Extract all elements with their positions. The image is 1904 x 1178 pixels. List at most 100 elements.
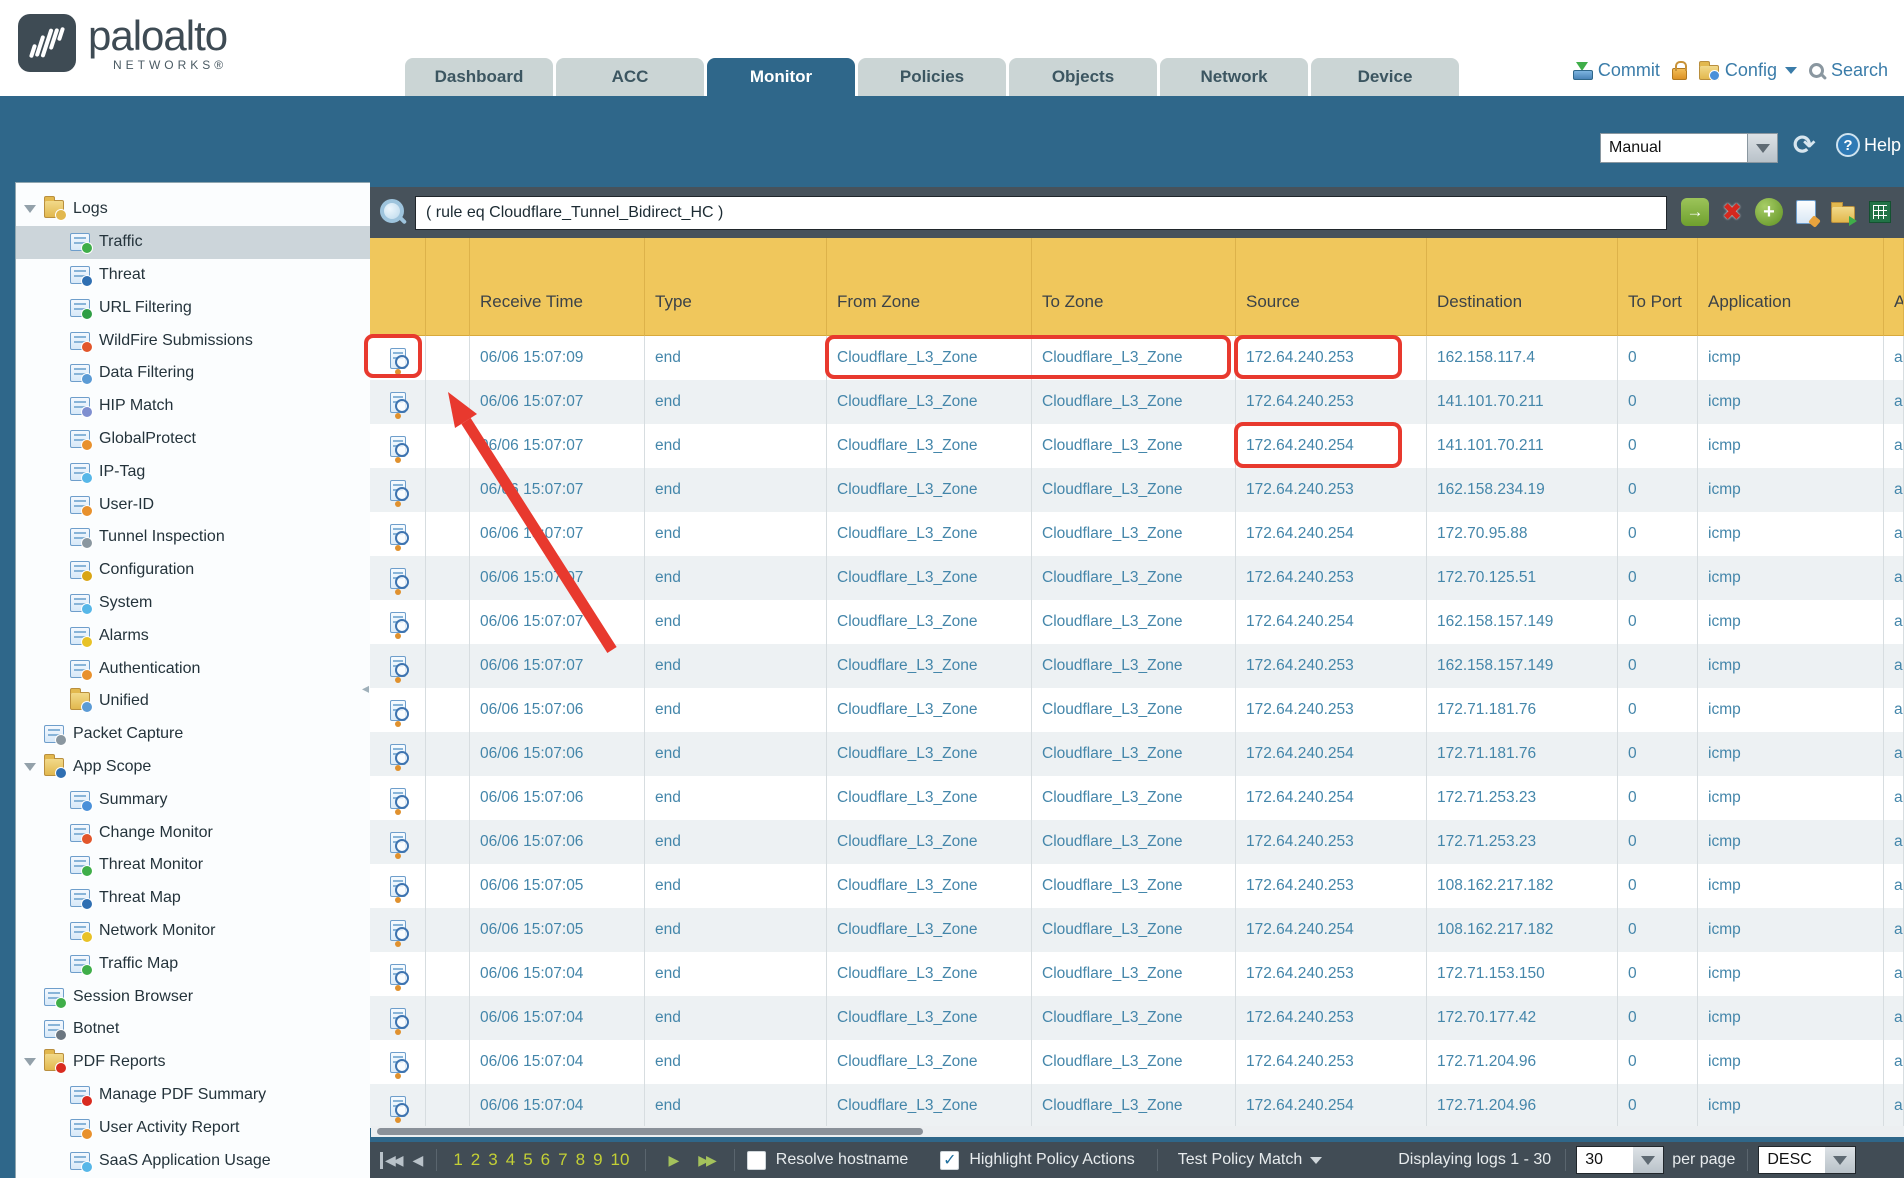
log-detail-icon[interactable] <box>390 568 406 589</box>
sidebar-item-threat-map[interactable]: Threat Map <box>16 882 370 915</box>
add-filter-button[interactable]: + <box>1755 198 1783 226</box>
refresh-mode-select[interactable]: Manual <box>1600 133 1778 163</box>
next-page-button[interactable]: ▶ <box>668 1152 676 1169</box>
sidebar-item-globalprotect[interactable]: GlobalProtect <box>16 423 370 456</box>
log-detail-icon[interactable] <box>390 920 406 941</box>
sidebar-item-change-monitor[interactable]: Change Monitor <box>16 816 370 849</box>
per-page-select[interactable]: 30 <box>1576 1146 1664 1174</box>
column-header-type[interactable]: Type <box>645 238 827 336</box>
tab-device[interactable]: Device <box>1311 58 1459 96</box>
column-header-source[interactable]: Source <box>1236 238 1427 336</box>
page-number-7[interactable]: 7 <box>558 1150 567 1170</box>
log-detail-icon[interactable] <box>390 480 406 501</box>
resolve-hostname-checkbox[interactable] <box>747 1151 766 1170</box>
table-row[interactable]: 06/06 15:07:07endCloudflare_L3_ZoneCloud… <box>370 424 1904 468</box>
config-menu-button[interactable]: Config <box>1699 60 1797 81</box>
filter-query-input[interactable]: ( rule eq Cloudflare_Tunnel_Bidirect_HC … <box>415 196 1667 230</box>
horizontal-scrollbar-thumb[interactable] <box>377 1128 923 1135</box>
table-row[interactable]: 06/06 15:07:04endCloudflare_L3_ZoneCloud… <box>370 1040 1904 1084</box>
column-header-to-port[interactable]: To Port <box>1618 238 1698 336</box>
table-row[interactable]: 06/06 15:07:04endCloudflare_L3_ZoneCloud… <box>370 996 1904 1040</box>
lock-icon[interactable] <box>1672 68 1687 80</box>
first-page-button[interactable]: ◀◀ <box>380 1152 401 1169</box>
help-button[interactable]: ? Help <box>1836 133 1901 157</box>
table-row[interactable]: 06/06 15:07:07endCloudflare_L3_ZoneCloud… <box>370 380 1904 424</box>
sidebar-item-botnet[interactable]: Botnet <box>16 1013 370 1046</box>
tab-network[interactable]: Network <box>1160 58 1308 96</box>
log-detail-icon[interactable] <box>390 348 406 369</box>
sort-order-select[interactable]: DESC <box>1758 1146 1856 1174</box>
table-row[interactable]: 06/06 15:07:07endCloudflare_L3_ZoneCloud… <box>370 556 1904 600</box>
column-header-destination[interactable]: Destination <box>1427 238 1618 336</box>
commit-button[interactable]: Commit <box>1572 60 1660 81</box>
sidebar-item-url-filtering[interactable]: URL Filtering <box>16 291 370 324</box>
log-detail-icon[interactable] <box>390 1008 406 1029</box>
sidebar-item-app-scope[interactable]: App Scope <box>16 751 370 784</box>
sidebar-item-summary[interactable]: Summary <box>16 783 370 816</box>
save-filter-button[interactable] <box>1792 198 1820 226</box>
prev-page-button[interactable]: ◀ <box>413 1152 421 1169</box>
tab-monitor[interactable]: Monitor <box>707 58 855 96</box>
column-header-receive-time[interactable]: Receive Time <box>470 238 645 336</box>
sidebar-collapse-handle[interactable]: ◂ <box>362 680 369 697</box>
table-row[interactable]: 06/06 15:07:06endCloudflare_L3_ZoneCloud… <box>370 820 1904 864</box>
column-header-a[interactable]: A <box>1884 238 1904 336</box>
page-number-10[interactable]: 10 <box>611 1150 630 1170</box>
sidebar-item-tunnel-inspection[interactable]: Tunnel Inspection <box>16 521 370 554</box>
refresh-mode-caret[interactable] <box>1747 134 1777 162</box>
search-button[interactable]: Search <box>1809 60 1888 81</box>
test-policy-match-button[interactable]: Test Policy Match <box>1178 1151 1302 1169</box>
sidebar-item-packet-capture[interactable]: Packet Capture <box>16 718 370 751</box>
per-page-caret[interactable] <box>1633 1147 1663 1173</box>
sidebar-item-data-filtering[interactable]: Data Filtering <box>16 357 370 390</box>
page-number-3[interactable]: 3 <box>488 1150 497 1170</box>
table-row[interactable]: 06/06 15:07:06endCloudflare_L3_ZoneCloud… <box>370 732 1904 776</box>
page-number-8[interactable]: 8 <box>576 1150 585 1170</box>
table-row[interactable]: 06/06 15:07:04endCloudflare_L3_ZoneCloud… <box>370 952 1904 996</box>
tab-acc[interactable]: ACC <box>556 58 704 96</box>
log-detail-icon[interactable] <box>390 1052 406 1073</box>
sidebar-item-user-id[interactable]: User-ID <box>16 488 370 521</box>
tab-policies[interactable]: Policies <box>858 58 1006 96</box>
table-row[interactable]: 06/06 15:07:07endCloudflare_L3_ZoneCloud… <box>370 600 1904 644</box>
sidebar-item-configuration[interactable]: Configuration <box>16 554 370 587</box>
log-detail-icon[interactable] <box>390 832 406 853</box>
table-row[interactable]: 06/06 15:07:06endCloudflare_L3_ZoneCloud… <box>370 776 1904 820</box>
page-number-4[interactable]: 4 <box>506 1150 515 1170</box>
log-detail-icon[interactable] <box>390 788 406 809</box>
pdf-reports-expander-icon[interactable] <box>24 1058 36 1066</box>
page-number-1[interactable]: 1 <box>453 1150 462 1170</box>
last-page-button[interactable]: ▶▶ <box>698 1152 714 1169</box>
sidebar-item-wildfire-submissions[interactable]: WildFire Submissions <box>16 324 370 357</box>
sidebar-item-user-activity-report[interactable]: User Activity Report <box>16 1111 370 1144</box>
tab-dashboard[interactable]: Dashboard <box>405 58 553 96</box>
column-header-to-zone[interactable]: To Zone <box>1032 238 1236 336</box>
log-detail-icon[interactable] <box>390 392 406 413</box>
apply-filter-button[interactable]: → <box>1681 198 1709 226</box>
log-detail-icon[interactable] <box>390 744 406 765</box>
sidebar-item-manage-pdf-summary[interactable]: Manage PDF Summary <box>16 1079 370 1112</box>
sidebar-item-threat-monitor[interactable]: Threat Monitor <box>16 849 370 882</box>
log-detail-icon[interactable] <box>390 964 406 985</box>
log-detail-icon[interactable] <box>390 436 406 457</box>
sidebar-item-traffic[interactable]: Traffic <box>16 226 370 259</box>
table-row[interactable]: 06/06 15:07:07endCloudflare_L3_ZoneCloud… <box>370 512 1904 556</box>
sidebar-item-session-browser[interactable]: Session Browser <box>16 980 370 1013</box>
table-row[interactable]: 06/06 15:07:04endCloudflare_L3_ZoneCloud… <box>370 1084 1904 1128</box>
page-number-9[interactable]: 9 <box>593 1150 602 1170</box>
export-logs-button[interactable] <box>1866 198 1894 226</box>
table-row[interactable]: 06/06 15:07:05endCloudflare_L3_ZoneCloud… <box>370 908 1904 952</box>
sidebar-item-threat[interactable]: Threat <box>16 259 370 292</box>
table-row[interactable]: 06/06 15:07:07endCloudflare_L3_ZoneCloud… <box>370 468 1904 512</box>
horizontal-scrollbar[interactable] <box>371 1126 1904 1137</box>
sidebar-item-traffic-map[interactable]: Traffic Map <box>16 947 370 980</box>
sidebar-item-logs[interactable]: Logs <box>16 193 370 226</box>
column-header-from-zone[interactable]: From Zone <box>827 238 1032 336</box>
sidebar-item-unified[interactable]: Unified <box>16 685 370 718</box>
sidebar-item-network-monitor[interactable]: Network Monitor <box>16 915 370 948</box>
sidebar-item-hip-match[interactable]: HIP Match <box>16 390 370 423</box>
app-scope-expander-icon[interactable] <box>24 763 36 771</box>
sort-order-caret[interactable] <box>1825 1147 1855 1173</box>
page-number-5[interactable]: 5 <box>523 1150 532 1170</box>
logs-expander-icon[interactable] <box>24 205 36 213</box>
